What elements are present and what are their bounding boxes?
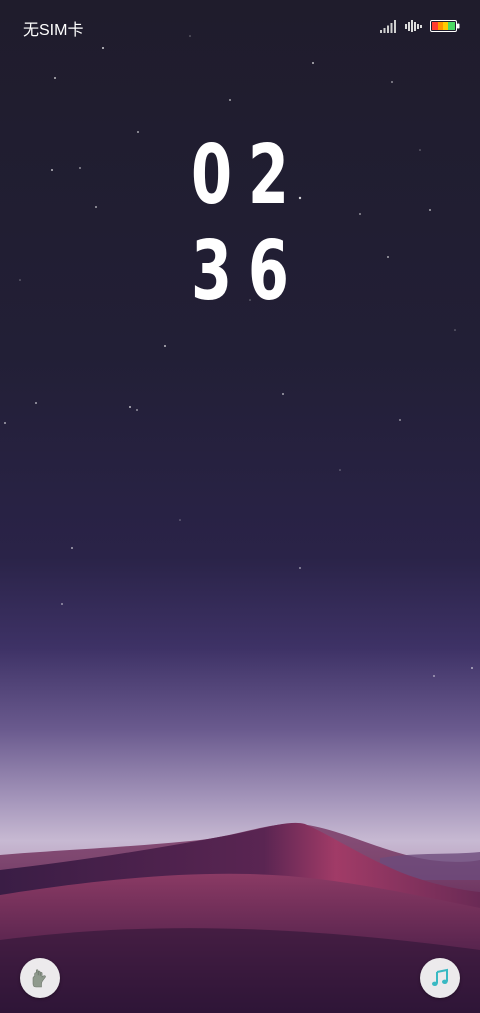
clock-minutes: 36 <box>190 224 305 319</box>
carrier-label: 无SIM卡 <box>23 22 84 39</box>
starfield <box>4 35 473 677</box>
battery-icon <box>430 20 460 32</box>
wifi-icon <box>405 20 422 32</box>
left-shortcut-button[interactable] <box>20 958 60 998</box>
hand-icon <box>30 969 46 988</box>
clock-hours: 02 <box>190 128 305 223</box>
status-icons <box>380 17 460 35</box>
status-bar: 无SIM卡 <box>0 0 480 52</box>
lock-clock: 02 36 <box>0 128 480 320</box>
right-shortcut-button[interactable] <box>420 958 460 998</box>
music-note-icon <box>432 968 448 986</box>
desert-dunes <box>0 822 480 1013</box>
lock-screen: 无SIM卡 02 36 <box>0 0 480 1013</box>
signal-icon <box>380 20 396 33</box>
